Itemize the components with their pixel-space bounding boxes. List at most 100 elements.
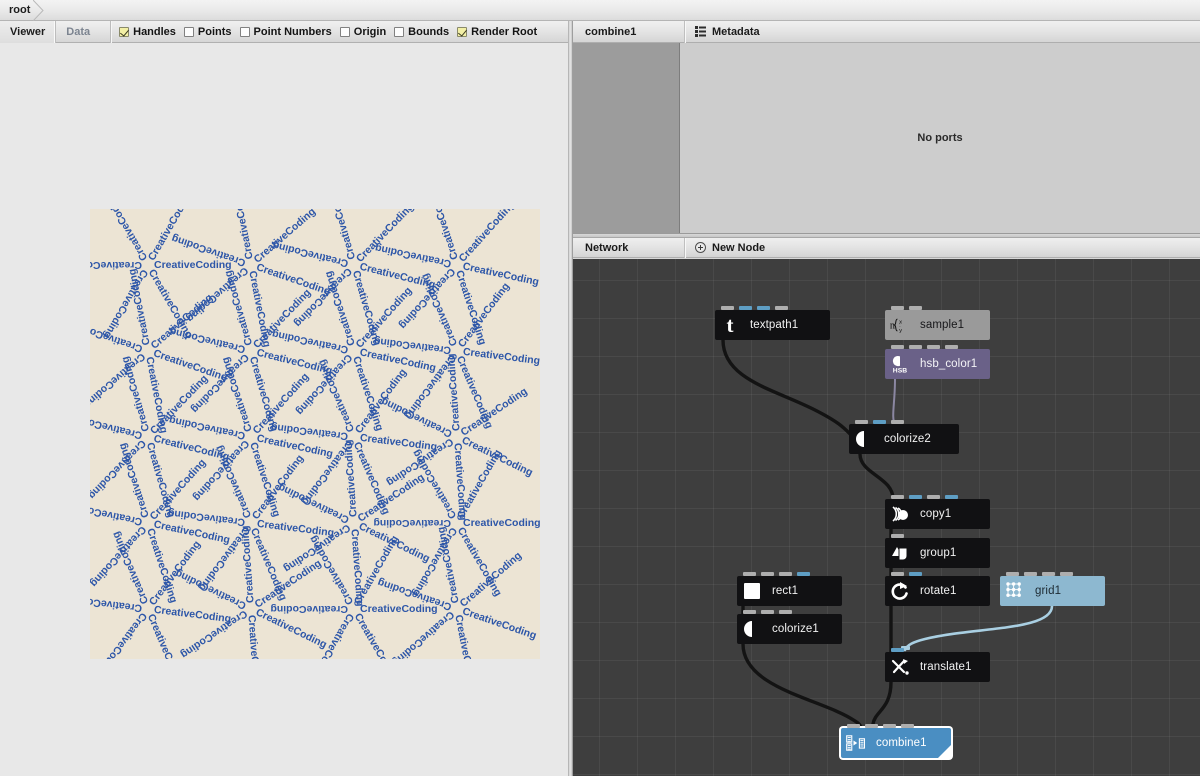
node-ports[interactable] bbox=[841, 724, 914, 728]
port[interactable] bbox=[761, 572, 774, 576]
checkbox-bounds[interactable] bbox=[394, 26, 405, 37]
port[interactable] bbox=[865, 724, 878, 728]
port[interactable] bbox=[891, 534, 904, 538]
node-ports[interactable] bbox=[885, 648, 904, 652]
svg-text:CreativeCoding: CreativeCoding bbox=[457, 209, 518, 265]
port[interactable] bbox=[1006, 572, 1019, 576]
metadata-list-column[interactable] bbox=[573, 43, 680, 233]
metadata-panel-title: combine1 bbox=[573, 20, 685, 43]
port[interactable] bbox=[1042, 572, 1055, 576]
port[interactable] bbox=[847, 724, 860, 728]
svg-text:CreativeCoding: CreativeCoding bbox=[245, 615, 262, 659]
network-canvas[interactable]: t textpath1 n x: y sample1 HSB hsb_color1colori… bbox=[573, 259, 1200, 776]
node-ports[interactable] bbox=[885, 306, 922, 310]
node-rotate1[interactable]: rotate1 bbox=[885, 572, 990, 606]
checkbox-origin[interactable] bbox=[339, 26, 350, 37]
node-label: copy1 bbox=[920, 508, 952, 520]
node-copy1[interactable]: copy1 bbox=[885, 495, 990, 529]
svg-text:CreativeCoding: CreativeCoding bbox=[271, 328, 349, 356]
port[interactable] bbox=[909, 345, 922, 349]
breadcrumb-item-root[interactable]: root bbox=[0, 0, 45, 21]
node-combine1[interactable]: combine1 bbox=[841, 724, 951, 758]
tab-viewer[interactable]: Viewer bbox=[0, 20, 57, 43]
option-origin[interactable]: Origin bbox=[338, 26, 392, 38]
port[interactable] bbox=[891, 495, 904, 499]
port[interactable] bbox=[909, 572, 922, 576]
svg-text:CreativeCoding: CreativeCoding bbox=[352, 611, 401, 659]
port[interactable] bbox=[891, 306, 904, 310]
node-ports[interactable] bbox=[737, 572, 810, 576]
node-hsb_color1[interactable]: HSB hsb_color1 bbox=[885, 345, 990, 379]
node-sample1[interactable]: n x: y sample1 bbox=[885, 306, 990, 340]
port[interactable] bbox=[855, 420, 868, 424]
port[interactable] bbox=[775, 306, 788, 310]
port[interactable] bbox=[891, 572, 904, 576]
node-ports[interactable] bbox=[885, 572, 922, 576]
svg-text:CreativeCoding: CreativeCoding bbox=[90, 593, 143, 614]
checkbox-render-root[interactable] bbox=[457, 26, 468, 37]
port[interactable] bbox=[909, 495, 922, 499]
node-ports[interactable] bbox=[737, 610, 792, 614]
port[interactable] bbox=[945, 345, 958, 349]
option-render-root-label: Render Root bbox=[471, 25, 538, 38]
node-ports[interactable] bbox=[849, 420, 904, 424]
svg-text:CreativeCoding: CreativeCoding bbox=[270, 603, 348, 615]
port[interactable] bbox=[927, 495, 940, 499]
sample-icon: nx:y bbox=[889, 314, 913, 336]
node-group1[interactable]: group1 bbox=[885, 534, 990, 568]
node-ports[interactable] bbox=[1000, 572, 1073, 576]
node-textpath1[interactable]: t textpath1 bbox=[715, 306, 830, 340]
port[interactable] bbox=[761, 610, 774, 614]
svg-text:CreativeCoding: CreativeCoding bbox=[458, 550, 524, 610]
option-point-numbers[interactable]: Point Numbers bbox=[238, 26, 338, 38]
port[interactable] bbox=[757, 306, 770, 310]
port[interactable] bbox=[891, 420, 904, 424]
checkbox-handles[interactable] bbox=[119, 26, 130, 37]
node-colorize2[interactable]: colorize2 bbox=[849, 420, 959, 454]
option-render-root[interactable]: Render Root bbox=[455, 26, 543, 38]
port[interactable] bbox=[883, 724, 896, 728]
node-rect1[interactable]: rect1 bbox=[737, 572, 842, 606]
new-node-button[interactable]: New Node bbox=[685, 238, 775, 258]
breadcrumb-label: root bbox=[9, 4, 31, 16]
port[interactable] bbox=[779, 572, 792, 576]
port[interactable] bbox=[743, 610, 756, 614]
port[interactable] bbox=[891, 345, 904, 349]
option-bounds[interactable]: Bounds bbox=[392, 26, 455, 38]
port[interactable] bbox=[891, 648, 904, 652]
viewer-canvas[interactable]: CreativeCoding CreativeCoding CreativeCodi… bbox=[0, 43, 568, 776]
port[interactable] bbox=[1024, 572, 1037, 576]
node-ports[interactable] bbox=[715, 306, 788, 310]
port[interactable] bbox=[909, 306, 922, 310]
port[interactable] bbox=[927, 345, 940, 349]
node-ports[interactable] bbox=[885, 495, 958, 499]
node-ports[interactable] bbox=[885, 345, 958, 349]
port[interactable] bbox=[945, 495, 958, 499]
node-colorize1[interactable]: colorize1 bbox=[737, 610, 842, 644]
port[interactable] bbox=[743, 572, 756, 576]
checkbox-points[interactable] bbox=[183, 26, 194, 37]
new-node-label: New Node bbox=[712, 241, 766, 254]
tab-metadata[interactable]: Metadata bbox=[685, 21, 770, 43]
node-ports[interactable] bbox=[885, 534, 904, 538]
port[interactable] bbox=[779, 610, 792, 614]
node-label: colorize1 bbox=[772, 623, 819, 635]
node-grid1[interactable]: grid1 bbox=[1000, 572, 1105, 606]
tab-data[interactable]: Data bbox=[56, 21, 100, 43]
node-label: rotate1 bbox=[920, 585, 957, 597]
colorize-icon bbox=[741, 618, 765, 640]
port[interactable] bbox=[739, 306, 752, 310]
port[interactable] bbox=[721, 306, 734, 310]
svg-text:CreativeCoding: CreativeCoding bbox=[463, 517, 540, 529]
port[interactable] bbox=[873, 420, 886, 424]
option-points[interactable]: Points bbox=[182, 26, 238, 38]
port[interactable] bbox=[901, 724, 914, 728]
port[interactable] bbox=[1060, 572, 1073, 576]
node-translate1[interactable]: translate1 bbox=[885, 648, 990, 682]
option-bounds-label: Bounds bbox=[408, 25, 450, 38]
option-handles[interactable]: Handles bbox=[117, 26, 182, 38]
port[interactable] bbox=[797, 572, 810, 576]
rect-icon bbox=[741, 580, 765, 602]
checkbox-point-numbers[interactable] bbox=[239, 26, 250, 37]
svg-text:CreativeCoding: CreativeCoding bbox=[271, 239, 349, 269]
